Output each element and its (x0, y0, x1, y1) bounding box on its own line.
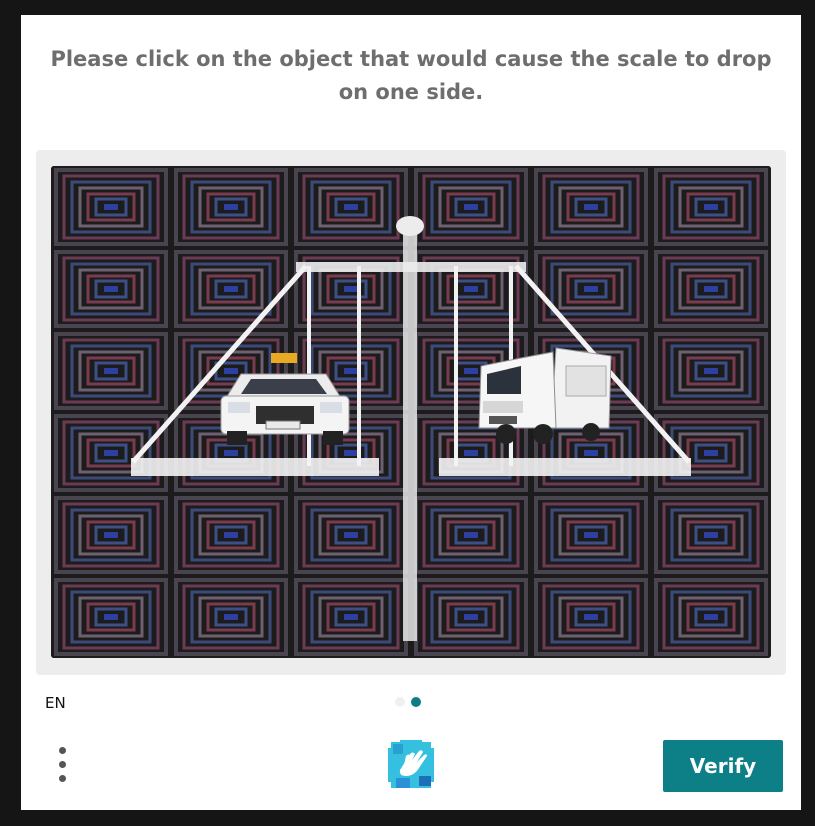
captcha-card: Please click on the object that would ca… (21, 15, 801, 810)
page-dot-1[interactable] (395, 697, 405, 707)
delivery-truck[interactable] (478, 347, 612, 444)
page-indicator (395, 697, 427, 716)
page-dot-2[interactable] (411, 697, 421, 707)
hand-logo-icon (386, 740, 436, 790)
challenge-prompt: Please click on the object that would ca… (50, 47, 772, 104)
verify-button[interactable]: Verify (663, 740, 783, 792)
challenge-frame (36, 150, 786, 675)
challenge-image[interactable] (51, 166, 771, 658)
more-vertical-icon[interactable] (51, 743, 75, 787)
language-selector[interactable]: EN (45, 694, 66, 712)
